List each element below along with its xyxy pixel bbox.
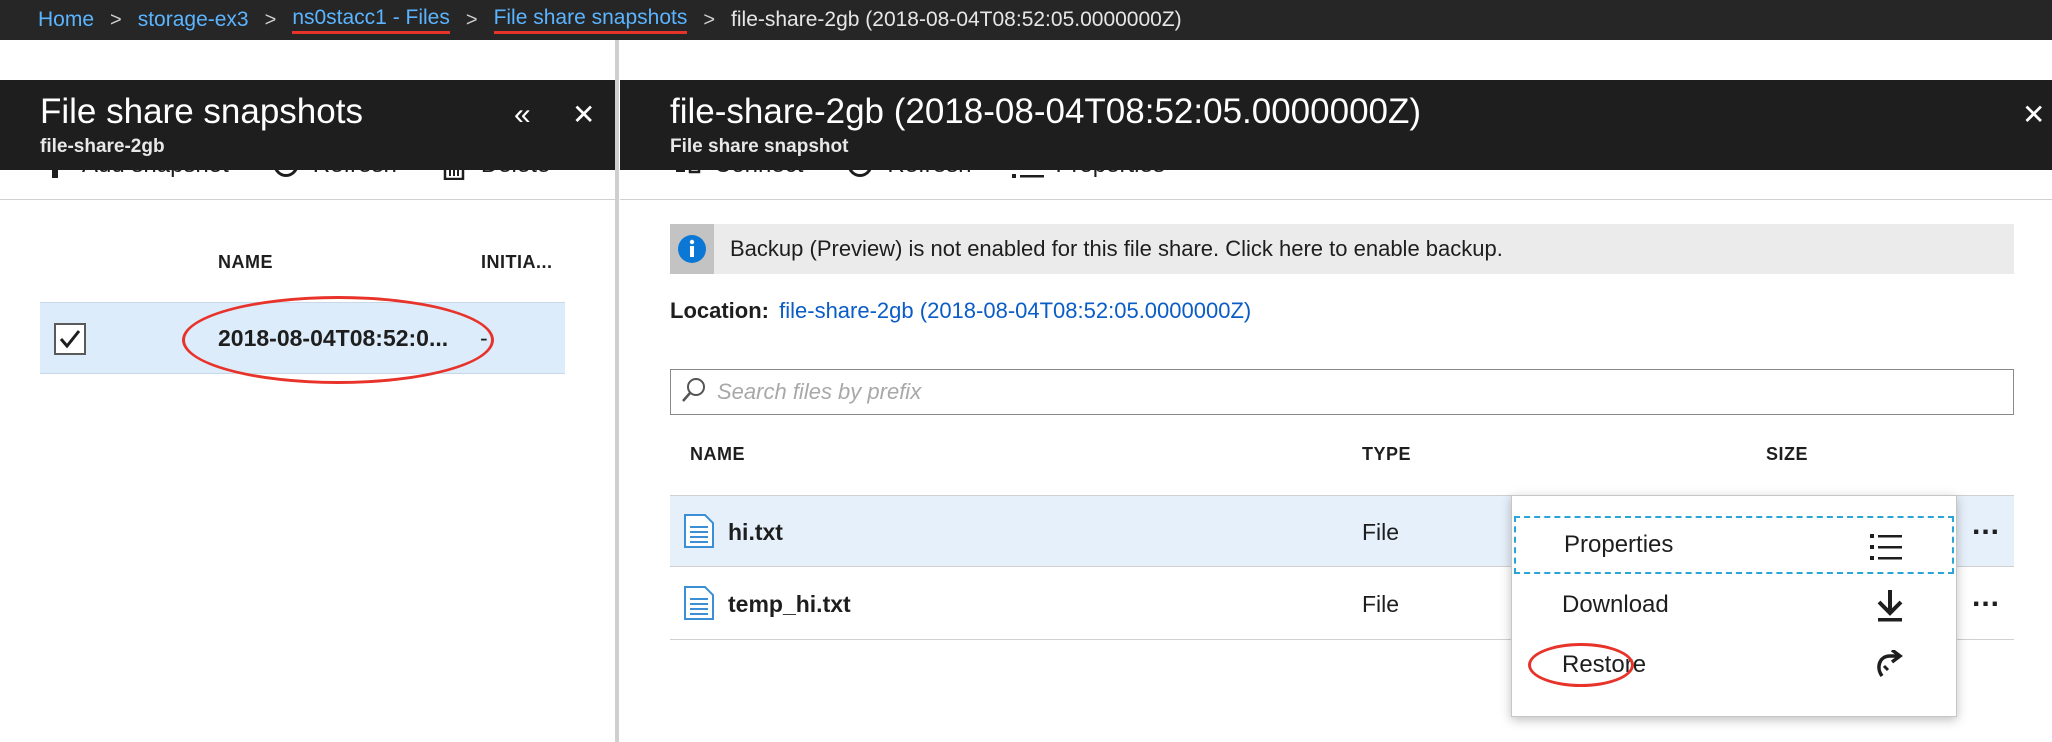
connect-plug-icon — [670, 148, 704, 182]
properties-button[interactable]: Properties — [1011, 148, 1165, 182]
breadcrumb: Home > storage-ex3 > ns0stacc1 - Files >… — [0, 0, 2052, 40]
search-input[interactable] — [717, 379, 1917, 405]
menu-item-restore[interactable]: Restore — [1514, 636, 1954, 694]
snapshot-initiator: - — [480, 325, 488, 351]
delete-button[interactable]: Delete — [437, 148, 550, 182]
close-blade-button[interactable]: ✕ — [2022, 98, 2045, 132]
snapshots-toolbar: Add snapshot Refresh Delete — [0, 130, 617, 200]
list-icon — [1870, 532, 1902, 569]
breadcrumb-current: file-share-2gb (2018-08-04T08:52:05.0000… — [731, 8, 1182, 31]
info-banner-text: Backup (Preview) is not enabled for this… — [730, 236, 1503, 261]
file-document-icon — [684, 514, 714, 553]
refresh-button[interactable]: Refresh — [269, 148, 397, 182]
breadcrumb-home[interactable]: Home — [38, 8, 94, 32]
breadcrumb-separator: > — [264, 8, 277, 31]
connect-label: Connect — [714, 150, 804, 178]
column-header-name[interactable]: NAME — [218, 252, 273, 273]
list-icon — [1011, 148, 1045, 182]
snapshot-row[interactable]: 2018-08-04T08:52:0... - — [40, 302, 565, 374]
snapshot-name: 2018-08-04T08:52:0... — [218, 325, 449, 351]
column-header-initiator[interactable]: INITIA... — [481, 252, 553, 273]
delete-label: Delete — [480, 150, 551, 178]
more-options-button[interactable]: ... — [1972, 508, 2000, 542]
properties-label: Properties — [1055, 150, 1165, 178]
file-name: hi.txt — [728, 519, 783, 545]
breadcrumb-separator: > — [703, 8, 716, 31]
location-link[interactable]: file-share-2gb (2018-08-04T08:52:05.0000… — [779, 298, 1251, 323]
checkmark-icon — [59, 330, 81, 349]
breadcrumb-separator: > — [465, 8, 478, 31]
trash-icon — [437, 148, 471, 182]
file-type: File — [1362, 591, 1400, 617]
add-snapshot-button[interactable]: Add snapshot — [38, 148, 229, 182]
refresh-label: Refresh — [312, 150, 397, 178]
snapshots-blade: File share snapshots file-share-2gb « ✕ … — [0, 40, 617, 742]
plus-icon — [38, 148, 72, 182]
breadcrumb-storage-account[interactable]: storage-ex3 — [138, 8, 249, 32]
backup-info-banner[interactable]: Backup (Preview) is not enabled for this… — [670, 224, 2014, 274]
menu-item-label: Download — [1562, 591, 1669, 618]
menu-item-properties[interactable]: Properties — [1514, 516, 1954, 574]
breadcrumb-separator: > — [110, 8, 122, 31]
blade-title: file-share-2gb (2018-08-04T08:52:05.0000… — [670, 92, 1422, 131]
collapse-blade-button[interactable]: « — [514, 98, 531, 132]
location-label: Location: — [670, 298, 769, 323]
column-header-size[interactable]: SIZE — [1766, 444, 1808, 465]
blade-divider — [615, 40, 619, 742]
column-header-type[interactable]: TYPE — [1362, 444, 1411, 465]
refresh-icon — [843, 148, 877, 182]
location: Location: file-share-2gb (2018-08-04T08:… — [670, 298, 1251, 324]
file-name: temp_hi.txt — [728, 591, 851, 617]
menu-item-download[interactable]: Download — [1514, 576, 1954, 634]
file-document-icon — [684, 586, 714, 625]
refresh-label: Refresh — [887, 150, 972, 178]
close-blade-button[interactable]: ✕ — [572, 98, 595, 132]
breadcrumb-files[interactable]: ns0stacc1 - Files — [292, 6, 450, 34]
snapshot-detail-toolbar: Connect Refresh Properties — [620, 130, 2052, 200]
menu-item-label: Restore — [1562, 651, 1647, 678]
refresh-button[interactable]: Refresh — [843, 148, 971, 182]
blade-title: File share snapshots — [40, 92, 363, 131]
download-icon — [1876, 590, 1904, 629]
breadcrumb-file-share-snapshots[interactable]: File share snapshots — [493, 6, 688, 34]
connect-button[interactable]: Connect — [670, 148, 803, 182]
restore-arrow-icon — [1874, 648, 1904, 687]
row-checkbox[interactable] — [54, 323, 86, 355]
add-snapshot-label: Add snapshot — [82, 150, 229, 178]
menu-item-label: Properties — [1564, 531, 1674, 558]
refresh-icon — [269, 148, 303, 182]
info-icon — [670, 224, 714, 274]
more-options-button[interactable]: ... — [1972, 580, 2000, 614]
search-box[interactable] — [670, 369, 2014, 415]
file-type: File — [1362, 519, 1400, 545]
search-icon — [681, 377, 707, 408]
column-header-name[interactable]: NAME — [690, 444, 745, 465]
file-context-menu: Properties Download Restore — [1511, 495, 1957, 717]
